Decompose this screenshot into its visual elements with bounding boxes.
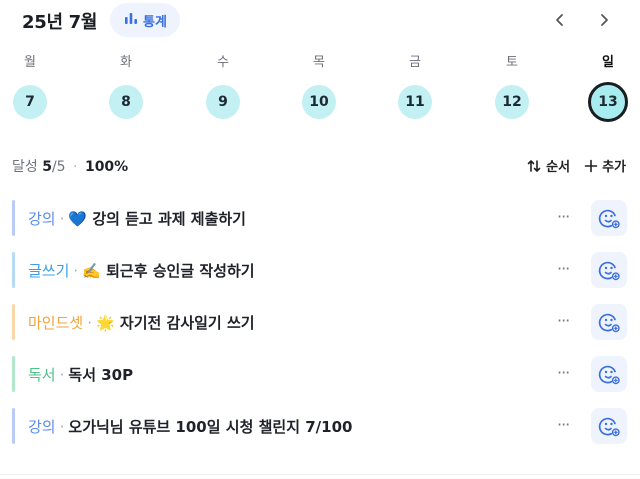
sort-button[interactable]: 순서	[526, 156, 570, 175]
todo-emoji: ✍️	[82, 262, 101, 280]
todo-item[interactable]: 독서 · 독서 30P ···	[12, 350, 628, 400]
todo-category: 글쓰기	[28, 262, 70, 280]
day-saturday[interactable]: 토 12	[492, 52, 532, 119]
category-bar	[12, 408, 15, 444]
todo-item[interactable]: 글쓰기 · ✍️ 퇴근후 승인글 작성하기 ···	[12, 246, 628, 296]
bottom-divider	[0, 474, 640, 475]
separator-dot: ·	[87, 314, 92, 332]
bar-chart-icon	[123, 10, 139, 30]
sort-icon	[527, 159, 541, 172]
todo-title: 강의 듣고 과제 제출하기	[92, 210, 246, 228]
day-label: 토	[506, 55, 518, 70]
day-label: 월	[24, 55, 36, 70]
todo-category: 강의	[28, 418, 56, 436]
day-wednesday[interactable]: 수 9	[203, 52, 243, 119]
add-label: 추가	[602, 160, 626, 175]
smiley-add-icon	[598, 209, 620, 229]
day-date[interactable]: 11	[398, 85, 432, 119]
todo-emoji: 💙	[68, 210, 88, 228]
week-strip: 월 7 화 8 수 9 목 10 금 11 토 12 일 13	[0, 52, 640, 124]
todo-text[interactable]: 강의 · 오가닉님 유튜브 100일 시청 챌린지 7/100	[28, 416, 352, 437]
summary-total: /5	[51, 159, 66, 175]
day-date[interactable]: 7	[13, 85, 47, 119]
day-label: 화	[120, 55, 132, 70]
stats-label: 통계	[143, 14, 167, 30]
separator-dot: ·	[73, 159, 78, 175]
add-button[interactable]: 추가	[584, 156, 626, 175]
day-date[interactable]: 10	[302, 85, 336, 119]
todo-text[interactable]: 글쓰기 · ✍️ 퇴근후 승인글 작성하기	[28, 260, 255, 281]
more-options-button[interactable]: ···	[557, 412, 577, 438]
more-options-button[interactable]: ···	[557, 308, 577, 334]
day-sunday[interactable]: 일 13	[588, 52, 628, 122]
next-week-button[interactable]	[592, 8, 616, 32]
todo-title: 독서 30P	[68, 366, 134, 384]
todo-title: 오가닉님 유튜브 100일 시청 챌린지 7/100	[68, 418, 353, 436]
chevron-left-icon	[556, 14, 563, 26]
todo-title: 자기전 감사일기 쓰기	[119, 314, 255, 332]
calendar-header: 25년 7월 통계	[0, 0, 640, 44]
separator-dot: ·	[59, 418, 65, 436]
smiley-add-icon	[598, 417, 620, 437]
month-title[interactable]: 25년 7월	[22, 8, 97, 34]
separator-dot: ·	[73, 262, 79, 280]
summary-done: 5	[42, 159, 52, 175]
plus-icon	[584, 159, 598, 172]
stats-button[interactable]: 통계	[110, 3, 180, 37]
prev-week-button[interactable]	[548, 8, 572, 32]
more-options-button[interactable]: ···	[557, 256, 577, 282]
todo-category: 강의	[28, 210, 56, 228]
day-thursday[interactable]: 목 10	[299, 52, 339, 119]
day-tuesday[interactable]: 화 8	[106, 52, 146, 119]
separator-dot: ·	[59, 210, 65, 228]
achievement-summary: 달성 5/5 · 100%	[12, 156, 128, 176]
day-label: 목	[313, 55, 325, 70]
separator-dot: ·	[59, 366, 65, 384]
sort-label: 순서	[546, 160, 571, 175]
category-bar	[12, 252, 15, 288]
day-label: 금	[409, 55, 421, 70]
todo-emoji: 🌟	[95, 314, 115, 332]
reaction-button[interactable]	[591, 408, 627, 444]
more-options-button[interactable]: ···	[557, 204, 577, 230]
reaction-button[interactable]	[591, 252, 627, 288]
day-date[interactable]: 9	[206, 85, 240, 119]
summary-label: 달성	[12, 159, 38, 175]
smiley-add-icon	[598, 313, 620, 333]
smiley-add-icon	[598, 365, 620, 385]
day-date[interactable]: 8	[109, 85, 143, 119]
category-bar	[12, 356, 15, 392]
todo-item[interactable]: 마인드셋 · 🌟 자기전 감사일기 쓰기 ···	[12, 298, 628, 348]
todo-category: 마인드셋	[28, 314, 84, 332]
more-options-button[interactable]: ···	[557, 360, 577, 386]
day-friday[interactable]: 금 11	[395, 52, 435, 119]
todo-text[interactable]: 마인드셋 · 🌟 자기전 감사일기 쓰기	[28, 312, 255, 333]
todo-title: 퇴근후 승인글 작성하기	[106, 262, 255, 280]
category-bar	[12, 200, 15, 236]
day-label: 일	[602, 55, 614, 70]
chevron-right-icon	[601, 14, 608, 26]
day-label: 수	[217, 55, 229, 70]
todo-text[interactable]: 강의 · 💙 강의 듣고 과제 제출하기	[28, 208, 246, 229]
reaction-button[interactable]	[591, 356, 627, 392]
todo-category: 독서	[28, 366, 56, 384]
reaction-button[interactable]	[591, 304, 627, 340]
todo-text[interactable]: 독서 · 독서 30P	[28, 364, 133, 385]
todo-item[interactable]: 강의 · 💙 강의 듣고 과제 제출하기 ···	[12, 194, 628, 244]
reaction-button[interactable]	[591, 200, 627, 236]
day-date-selected[interactable]: 13	[588, 82, 628, 122]
day-monday[interactable]: 월 7	[10, 52, 50, 119]
list-actions: 순서 추가	[526, 156, 626, 175]
category-bar	[12, 304, 15, 340]
day-date[interactable]: 12	[495, 85, 529, 119]
smiley-add-icon	[598, 261, 620, 281]
summary-percent: 100%	[84, 159, 129, 175]
todo-item[interactable]: 강의 · 오가닉님 유튜브 100일 시청 챌린지 7/100 ···	[12, 402, 628, 452]
